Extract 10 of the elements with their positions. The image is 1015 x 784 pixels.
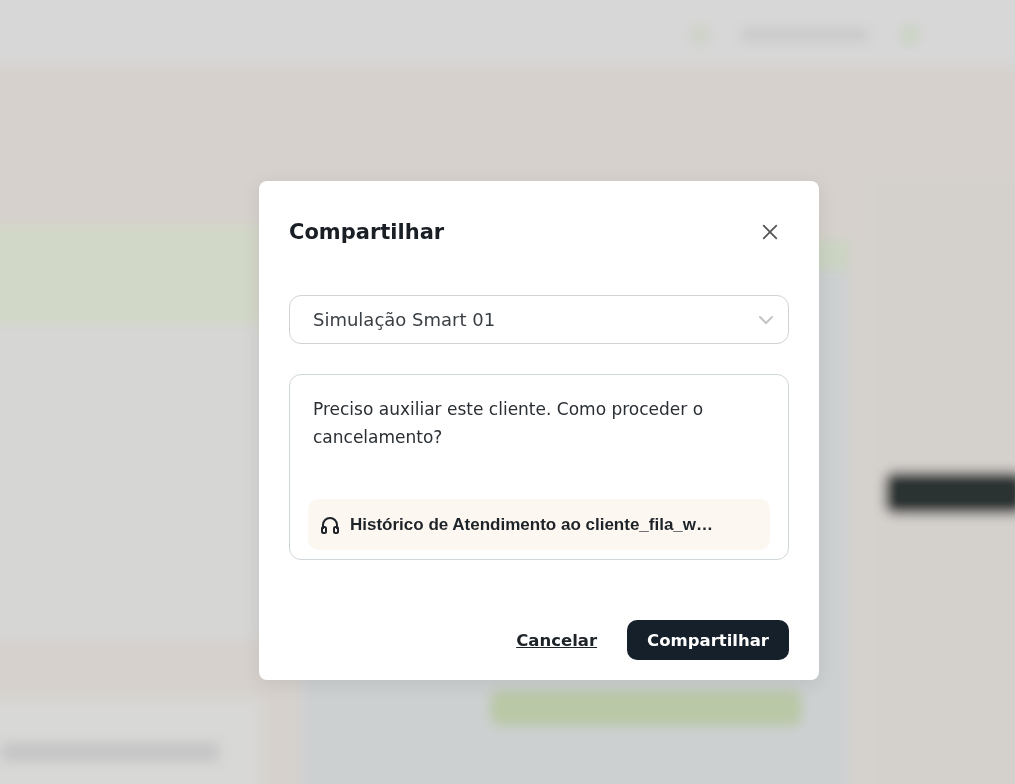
attachment-label: Histórico de Atendimento ao cliente_fila_w… bbox=[350, 514, 714, 535]
close-icon[interactable] bbox=[761, 223, 779, 241]
message-field[interactable]: Preciso auxiliar este cliente. Como proceder o cancelamento? Histórico de Atendimento ao cliente_fila_w… bbox=[289, 374, 789, 560]
headphones-icon bbox=[320, 514, 340, 535]
share-button[interactable]: Compartilhar bbox=[627, 620, 789, 660]
chevron-down-icon bbox=[758, 314, 774, 325]
message-text: Preciso auxiliar este cliente. Como proceder o cancelamento? bbox=[313, 399, 704, 447]
select-field[interactable]: Simulação Smart 01 bbox=[289, 295, 789, 344]
dialog-title: Compartilhar bbox=[289, 220, 445, 244]
cancel-link[interactable]: Cancelar bbox=[516, 630, 598, 650]
